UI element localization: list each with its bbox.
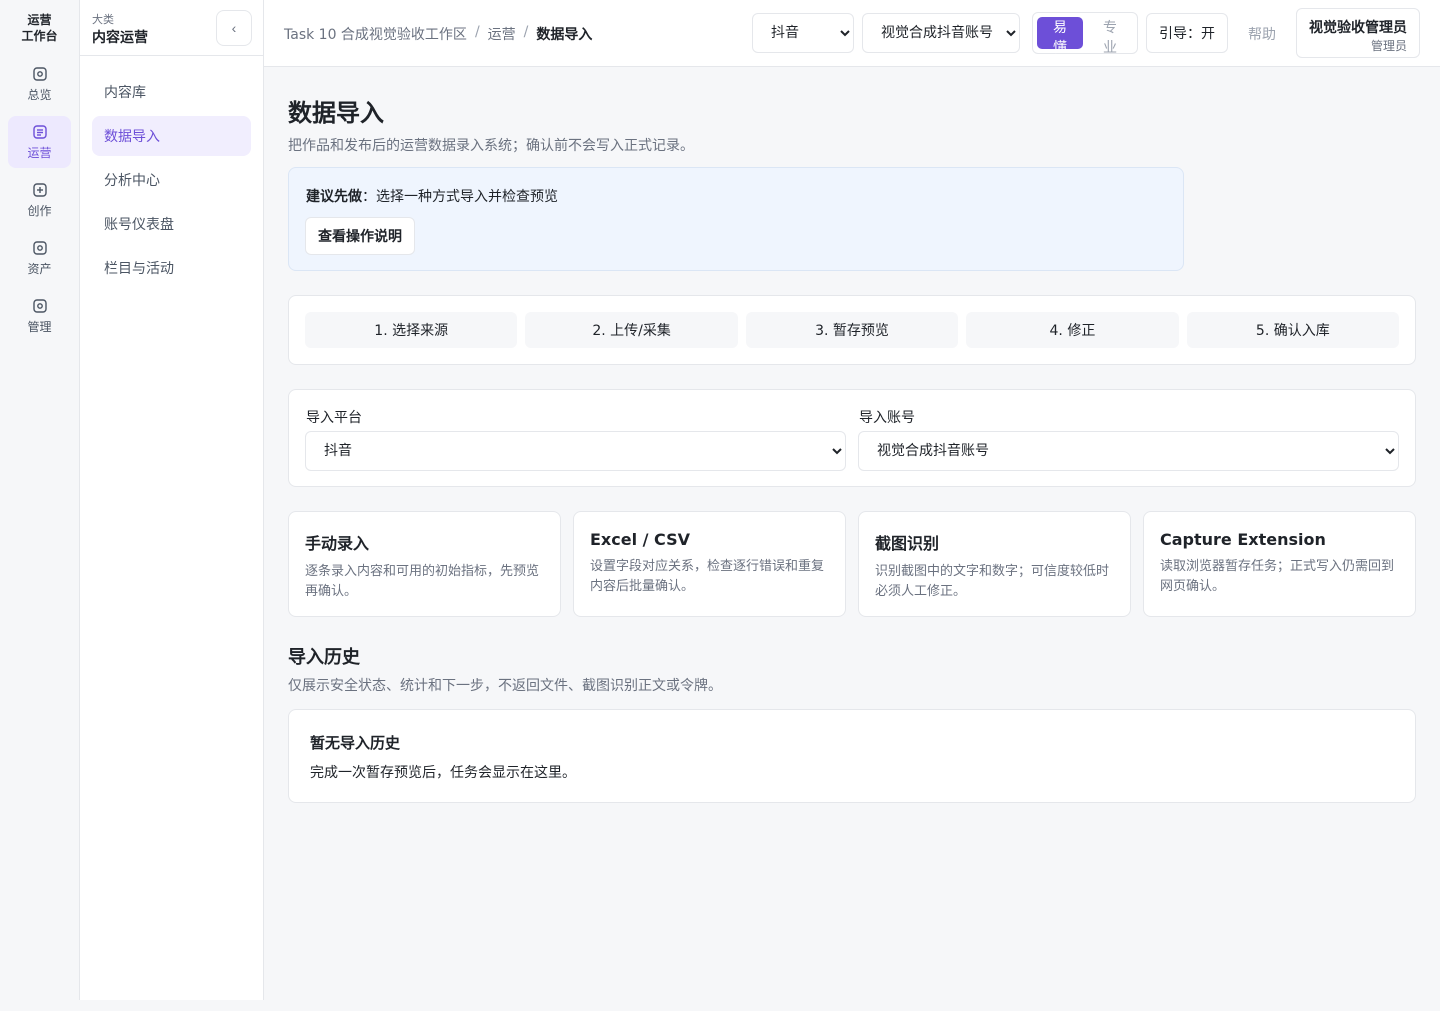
method-description: 设置字段对应关系，检查逐行错误和重复内容后批量确认。: [590, 559, 825, 594]
step-correct[interactable]: 4. 修正: [966, 312, 1179, 348]
breadcrumb: Task 10 合成视觉验收工作区 / 运营 / 数据导入: [284, 24, 592, 44]
step-staging-preview[interactable]: 3. 暂存预览: [745, 312, 959, 348]
import-account-label: 导入账号: [859, 410, 915, 426]
import-methods: 手动录入 逐条录入内容和可用的初始指标，先预览再确认。 Excel / CSV …: [288, 511, 1416, 617]
method-card-manual[interactable]: 手动录入 逐条录入内容和可用的初始指标，先预览再确认。: [288, 511, 561, 617]
import-history-empty: 暂无导入历史 完成一次暂存预览后，任务会显示在这里。: [288, 709, 1416, 803]
rail-item-label: 运营: [27, 145, 52, 160]
operations-icon: [32, 124, 47, 139]
sidebar-item-analytics[interactable]: 分析中心: [92, 160, 251, 200]
method-card-excel-csv[interactable]: Excel / CSV 设置字段对应关系，检查逐行错误和重复内容后批量确认。: [573, 511, 846, 617]
sidebar-item-content-library[interactable]: 内容库: [92, 72, 251, 112]
sidebar-item-columns-activities[interactable]: 栏目与活动: [92, 248, 251, 288]
account-select[interactable]: 视觉合成抖音账号: [862, 13, 1020, 53]
page-subtitle: 把作品和发布后的运营数据录入系统；确认前不会写入正式记录。: [288, 138, 694, 154]
suggestion-prefix: 建议先做: [306, 189, 362, 205]
guide-toggle-button[interactable]: 引导：开: [1146, 13, 1228, 53]
import-platform-select[interactable]: 抖音: [305, 431, 846, 471]
import-history-title: 导入历史: [288, 647, 360, 668]
breadcrumb-separator: /: [474, 24, 480, 40]
method-description: 识别截图中的文字和数字；可信度较低时必须人工修正。: [875, 564, 1110, 599]
step-select-source[interactable]: 1. 选择来源: [305, 312, 518, 348]
suggestion-panel: 建议先做：选择一种方式导入并检查预览 查看操作说明: [288, 167, 1184, 271]
method-description: 逐条录入内容和可用的初始指标，先预览再确认。: [305, 564, 540, 599]
method-card-screenshot-ocr[interactable]: 截图识别 识别截图中的文字和数字；可信度较低时必须人工修正。: [858, 511, 1131, 617]
method-title: 手动录入: [305, 534, 370, 553]
app-title: 运营 工作台: [21, 13, 58, 43]
top-bar: Task 10 合成视觉验收工作区 / 运营 / 数据导入 抖音 视觉合成抖音账…: [264, 0, 1440, 67]
view-instructions-button[interactable]: 查看操作说明: [305, 217, 415, 255]
breadcrumb-workspace[interactable]: Task 10 合成视觉验收工作区: [284, 24, 467, 44]
section-sidebar: 大类 内容运营 ‹ 内容库 数据导入 分析中心 账号仪表盘 栏目与活动: [80, 0, 264, 1000]
mode-toggle: 易懂 专业: [1032, 12, 1138, 55]
rail-item-operations[interactable]: 运营: [8, 116, 71, 168]
user-name: 视觉验收管理员: [1309, 20, 1407, 36]
assets-icon: [32, 240, 47, 255]
rail-item-manage[interactable]: 管理: [8, 290, 71, 342]
category-name: 内容运营: [92, 30, 148, 46]
breadcrumb-current: 数据导入: [536, 27, 593, 43]
rail-item-overview[interactable]: 总览: [8, 58, 71, 110]
mode-easy-button[interactable]: 易懂: [1037, 17, 1083, 55]
empty-state-description: 完成一次暂存预览后，任务会显示在这里。: [310, 765, 576, 781]
chevron-left-icon: ‹: [231, 20, 237, 36]
app-rail: 运营 工作台 总览 运营 创作 资产 管理: [0, 0, 80, 1000]
step-confirm[interactable]: 5. 确认入库: [1186, 312, 1400, 348]
rail-item-label: 管理: [27, 319, 52, 334]
manage-icon: [32, 298, 47, 313]
suggestion-body: ：选择一种方式导入并检查预览: [362, 189, 558, 205]
step-upload[interactable]: 2. 上传/采集: [525, 312, 738, 348]
import-account-select[interactable]: 视觉合成抖音账号: [858, 431, 1399, 471]
mode-pro-button[interactable]: 专业: [1087, 17, 1133, 55]
import-target-form: 导入平台 抖音 导入账号 视觉合成抖音账号: [288, 389, 1416, 487]
help-link[interactable]: 帮助: [1248, 24, 1276, 44]
method-title: Excel / CSV: [590, 530, 690, 549]
rail-item-create[interactable]: 创作: [8, 174, 71, 226]
rail-item-label: 创作: [27, 203, 52, 218]
method-description: 读取浏览器暂存任务；正式写入仍需回到网页确认。: [1160, 559, 1395, 594]
rail-item-label: 总览: [27, 87, 52, 102]
sidebar-item-data-import[interactable]: 数据导入: [92, 116, 251, 156]
page-title: 数据导入: [288, 99, 384, 127]
import-steps: 1. 选择来源 2. 上传/采集 3. 暂存预览 4. 修正 5. 确认入库: [288, 295, 1416, 365]
sidebar-item-account-dashboard[interactable]: 账号仪表盘: [92, 204, 251, 244]
user-menu[interactable]: 视觉验收管理员 管理员: [1296, 8, 1420, 58]
breadcrumb-operations[interactable]: 运营: [488, 24, 516, 44]
breadcrumb-separator: /: [523, 24, 529, 40]
method-card-capture-extension[interactable]: Capture Extension 读取浏览器暂存任务；正式写入仍需回到网页确认…: [1143, 511, 1416, 617]
empty-state-title: 暂无导入历史: [310, 734, 401, 752]
suggestion-text: 建议先做：选择一种方式导入并检查预览: [306, 186, 558, 206]
overview-icon: [32, 66, 47, 81]
rail-item-label: 资产: [27, 261, 52, 276]
method-title: 截图识别: [875, 534, 940, 553]
import-platform-label: 导入平台: [306, 410, 362, 426]
collapse-sidebar-button[interactable]: ‹: [216, 10, 252, 46]
method-title: Capture Extension: [1160, 530, 1326, 549]
rail-item-assets[interactable]: 资产: [8, 232, 71, 284]
category-label: 大类: [92, 13, 114, 26]
import-history-subtitle: 仅展示安全状态、统计和下一步，不返回文件、截图识别正文或令牌。: [288, 678, 722, 694]
user-role: 管理员: [1370, 39, 1407, 53]
create-icon: [32, 182, 47, 197]
platform-select[interactable]: 抖音: [752, 13, 854, 53]
